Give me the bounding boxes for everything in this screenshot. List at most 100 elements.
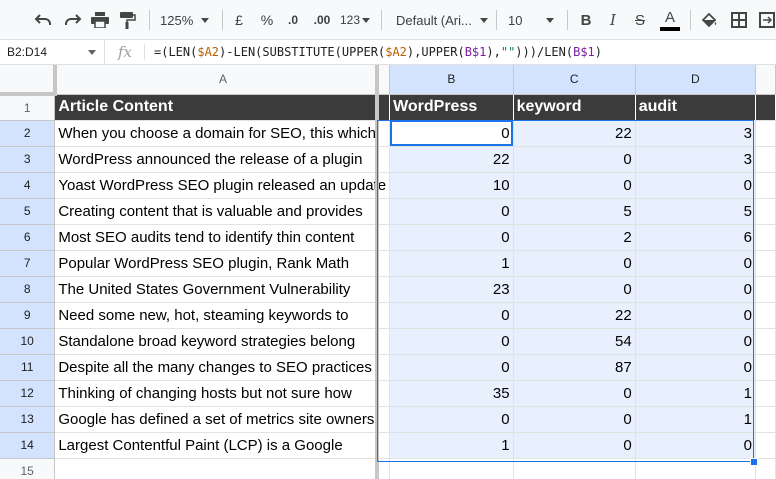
audit-count-cell[interactable]: 3 [635,120,756,147]
header-cell-keyword[interactable]: keyword [513,94,636,121]
wordpress-count-cell[interactable]: 22 [389,146,514,173]
row-header[interactable]: 15 [0,458,56,479]
article-content-cell[interactable]: When you choose a domain for SEO, this w… [54,120,391,147]
keyword-count-cell[interactable]: 0 [513,432,636,459]
fill-color-icon[interactable] [698,8,720,32]
column-header-c[interactable]: C [513,65,636,95]
row-header[interactable]: 8 [0,276,56,303]
column-header-e[interactable] [755,65,776,95]
strikethrough-button[interactable]: S [630,8,650,32]
keyword-count-cell[interactable]: 22 [513,120,636,147]
keyword-count-cell[interactable]: 2 [513,224,636,251]
row-header[interactable]: 2 [0,120,56,147]
empty-cell[interactable] [755,328,776,355]
audit-count-cell[interactable]: 0 [635,172,756,199]
text-color-button[interactable]: A [658,8,682,32]
wordpress-count-cell[interactable]: 0 [389,198,514,225]
audit-count-cell[interactable]: 0 [635,250,756,277]
keyword-count-cell[interactable]: 0 [513,250,636,277]
wordpress-count-cell[interactable]: 23 [389,276,514,303]
article-content-cell[interactable]: Need some new, hot, steaming keywords to [54,302,391,329]
keyword-count-cell[interactable]: 0 [513,146,636,173]
row-header[interactable]: 9 [0,302,56,329]
empty-cell[interactable] [755,354,776,381]
keyword-count-cell[interactable]: 5 [513,198,636,225]
audit-count-cell[interactable]: 3 [635,146,756,173]
wordpress-count-cell[interactable]: 1 [389,432,514,459]
audit-count-cell[interactable]: 1 [635,380,756,407]
article-content-cell[interactable]: Yoast WordPress SEO plugin released an u… [54,172,391,199]
print-icon[interactable] [88,8,112,32]
fill-handle[interactable] [750,458,758,466]
column-header-a[interactable]: A [54,65,391,95]
row-header[interactable]: 14 [0,432,56,459]
empty-cell[interactable] [755,120,776,147]
row-header[interactable]: 10 [0,328,56,355]
empty-cell[interactable] [755,224,776,251]
wordpress-count-cell[interactable]: 0 [389,120,514,147]
italic-button[interactable]: I [603,8,623,32]
row-header[interactable]: 12 [0,380,56,407]
audit-count-cell[interactable]: 6 [635,224,756,251]
empty-cell[interactable] [389,458,514,479]
row-header[interactable]: 1 [0,94,56,121]
keyword-count-cell[interactable]: 0 [513,276,636,303]
empty-cell[interactable] [755,406,776,433]
row-header[interactable]: 5 [0,198,56,225]
row-header[interactable]: 4 [0,172,56,199]
header-cell-audit[interactable]: audit [635,94,756,121]
article-content-cell[interactable]: Standalone broad keyword strategies belo… [54,328,391,355]
paint-format-icon[interactable] [116,8,140,32]
wordpress-count-cell[interactable]: 10 [389,172,514,199]
empty-cell[interactable] [755,172,776,199]
percent-format-button[interactable]: % [258,8,276,32]
article-content-cell[interactable]: Despite all the many changes to SEO prac… [54,354,391,381]
empty-cell[interactable] [513,458,636,479]
keyword-count-cell[interactable]: 0 [513,406,636,433]
font-size-select[interactable]: 10 [508,8,560,32]
empty-cell[interactable] [755,458,776,479]
empty-cell[interactable] [755,198,776,225]
merge-cells-icon[interactable] [756,8,776,32]
font-family-select[interactable]: Default (Ari... [396,8,488,32]
wordpress-count-cell[interactable]: 0 [389,354,514,381]
empty-cell[interactable] [755,250,776,277]
header-cell-empty[interactable] [755,94,776,121]
empty-cell[interactable] [635,458,756,479]
wordpress-count-cell[interactable]: 0 [389,328,514,355]
empty-cell[interactable] [755,276,776,303]
redo-icon[interactable] [60,8,86,32]
empty-cell[interactable] [755,146,776,173]
audit-count-cell[interactable]: 1 [635,406,756,433]
audit-count-cell[interactable]: 0 [635,328,756,355]
row-header[interactable]: 6 [0,224,56,251]
wordpress-count-cell[interactable]: 0 [389,406,514,433]
empty-cell[interactable] [54,458,391,479]
article-content-cell[interactable]: Popular WordPress SEO plugin, Rank Math [54,250,391,277]
wordpress-count-cell[interactable]: 35 [389,380,514,407]
keyword-count-cell[interactable]: 22 [513,302,636,329]
wordpress-count-cell[interactable]: 0 [389,302,514,329]
empty-cell[interactable] [755,302,776,329]
undo-icon[interactable] [30,8,56,32]
currency-format-button[interactable]: £ [230,8,248,32]
article-content-cell[interactable]: Most SEO audits tend to identify thin co… [54,224,391,251]
keyword-count-cell[interactable]: 0 [513,172,636,199]
empty-cell[interactable] [755,432,776,459]
article-content-cell[interactable]: The United States Government Vulnerabili… [54,276,391,303]
empty-cell[interactable] [755,380,776,407]
wordpress-count-cell[interactable]: 1 [389,250,514,277]
column-header-d[interactable]: D [635,65,756,95]
decrease-decimal-button[interactable]: .0 [282,8,304,32]
row-header[interactable]: 7 [0,250,56,277]
article-content-cell[interactable]: Thinking of changing hosts but not sure … [54,380,391,407]
audit-count-cell[interactable]: 0 [635,354,756,381]
more-formats-button[interactable]: 123 [340,8,374,32]
article-content-cell[interactable]: Creating content that is valuable and pr… [54,198,391,225]
zoom-select[interactable]: 125% [160,8,216,32]
header-cell-article-content[interactable]: Article Content [54,94,391,121]
keyword-count-cell[interactable]: 54 [513,328,636,355]
formula-input[interactable]: =(LEN($A2)-LEN(SUBSTITUTE(UPPER($A2),UPP… [154,40,602,64]
audit-count-cell[interactable]: 0 [635,276,756,303]
name-box[interactable]: B2:D14 [0,40,105,64]
